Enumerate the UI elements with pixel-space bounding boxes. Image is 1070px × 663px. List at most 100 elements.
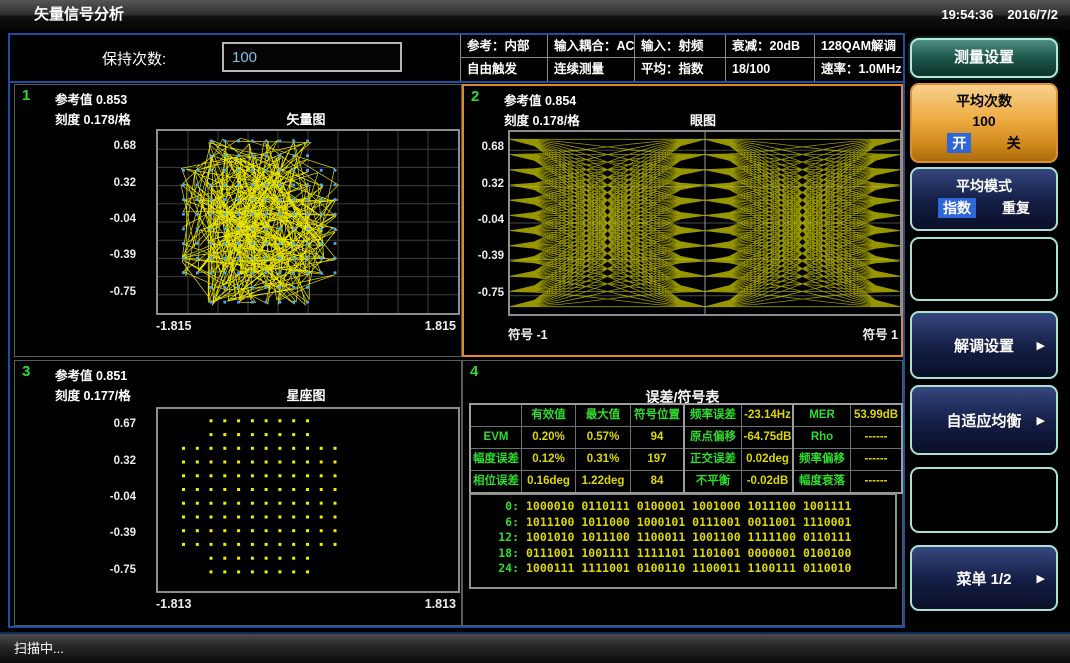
param-measure-mode: 连续测量 (547, 58, 634, 81)
vector-diagram-svg (158, 131, 458, 313)
menu-page-button[interactable]: 菜单 1/2 ▶ (910, 545, 1058, 611)
on-off-toggle: 开 关 (912, 133, 1056, 153)
param-average-count: 18/100 (725, 58, 814, 81)
symbol-bits: 0111001 1001111 1111101 1101001 0000001 … (526, 546, 851, 562)
reference-value-label: 参考值 0.854 (504, 90, 576, 109)
clock: 19:54:36 2016/7/2 (927, 0, 1058, 30)
row-label: 不平衡 (685, 471, 741, 492)
adaptive-equalization-button[interactable]: 自适应均衡 ▶ (910, 385, 1058, 455)
y-tick: 0.68 (74, 140, 136, 152)
panel-number: 3 (22, 363, 30, 380)
panel-number: 1 (22, 87, 30, 104)
param-reference: 参考：内部 (460, 35, 547, 58)
y-tick: 0.32 (466, 178, 504, 190)
symbol-row: 24: 1000111 1111001 0100110 1100011 11001… (471, 561, 895, 577)
y-tick: -0.75 (74, 564, 136, 576)
adaptive-equalization-label: 自适应均衡 (946, 410, 1021, 431)
y-tick: -0.39 (466, 250, 504, 262)
x-min-label: -1.815 (156, 319, 191, 333)
measure-settings-button[interactable]: 测量设置 (910, 38, 1058, 78)
x-max-label: 1.813 (425, 597, 456, 611)
demod-settings-label: 解调设置 (954, 335, 1014, 356)
table-value: 0.20% (522, 427, 575, 448)
toggle-on-selected[interactable]: 开 (947, 133, 971, 153)
empty-softkey[interactable] (910, 237, 1058, 301)
table-value: 0.16deg (522, 471, 575, 492)
symbol-index: 12: (471, 530, 519, 546)
empty-softkey[interactable] (910, 467, 1058, 533)
date-text: 2016/7/2 (1007, 7, 1058, 22)
param-trigger: 自由触发 (460, 58, 547, 81)
table-header: 符号位置 (631, 405, 683, 426)
y-tick: -0.04 (74, 213, 136, 225)
offset-error-table: 频率误差 -23.14Hz 原点偏移 -64.75dB 正交误差 0.02deg… (683, 403, 795, 494)
param-average-type: 平均：指数 (634, 58, 725, 81)
row-label: Rho (794, 427, 850, 448)
mode-exponential-selected[interactable]: 指数 (938, 198, 976, 218)
row-label: 幅度误差 (471, 449, 521, 470)
y-tick: -0.75 (74, 286, 136, 298)
y-tick: 0.68 (466, 141, 504, 153)
row-label: 幅度衰落 (794, 471, 850, 492)
status-bar: 扫描中... (0, 632, 1070, 663)
table-value: 0.31% (576, 449, 630, 470)
table-value: 84 (631, 471, 683, 492)
softkey-sidebar: 测量设置 平均次数 100 开 关 平均模式 指数 重复 解调设置 ▶ 自适应均… (908, 33, 1062, 628)
symbol-bits-box: 0:1000010 0110111 0100001 1001000 101110… (469, 493, 897, 589)
row-label: 相位误差 (471, 471, 521, 492)
vector-plot-area (156, 129, 460, 315)
panel-error-symbol-table[interactable]: 4 误差/符号表 有效值 最大值 符号位置 EVM 0.20% 0.57% 94… (462, 360, 903, 626)
demod-settings-button[interactable]: 解调设置 ▶ (910, 311, 1058, 379)
y-tick: 0.32 (74, 455, 136, 467)
table-value: -23.14Hz (742, 405, 793, 426)
panel-number: 4 (470, 363, 478, 380)
y-tick: -0.75 (466, 287, 504, 299)
constellation-svg (158, 409, 458, 591)
time-text: 19:54:36 (941, 7, 993, 22)
menu-page-label: 菜单 1/2 (956, 568, 1011, 589)
mode-repeat[interactable]: 重复 (1002, 198, 1030, 218)
x-axis-labels: -1.813 1.813 (156, 597, 456, 611)
symbol-index: 24: (471, 561, 519, 577)
table-value: 1.22deg (576, 471, 630, 492)
header-strip: 保持次数: 参考：内部 输入耦合：AC 输入：射频 衰减：20dB 128QAM… (10, 35, 903, 83)
table-header: 最大值 (576, 405, 630, 426)
table-value: -0.02dB (742, 471, 793, 492)
title-bar: 矢量信号分析 19:54:362016/7/2 (0, 0, 1070, 31)
x-min-label: -1.813 (156, 597, 191, 611)
panel-constellation[interactable]: 3 参考值 0.851 刻度 0.177/格 星座图 0.67 0.32 -0.… (14, 360, 462, 626)
mer-table: MER 53.99dB Rho ------ 频率偏移 ------ 幅度衰落 … (792, 403, 903, 494)
symbol-min-label: 符号 -1 (508, 324, 548, 343)
hold-count-input[interactable] (222, 42, 402, 72)
y-tick: -0.04 (74, 491, 136, 503)
toggle-off[interactable]: 关 (1007, 133, 1021, 153)
average-mode-title: 平均模式 (912, 176, 1056, 196)
y-tick: 0.32 (74, 177, 136, 189)
plot-title: 星座图 (156, 385, 456, 404)
symbol-bits: 1000111 1111001 0100110 1100011 1100111 … (526, 561, 851, 577)
hold-count-label: 保持次数: (102, 48, 166, 69)
table-value: 0.57% (576, 427, 630, 448)
row-label: 频率偏移 (794, 449, 850, 470)
symbol-index: 18: (471, 546, 519, 562)
param-input: 输入：射频 (634, 35, 725, 58)
submenu-arrow-icon: ▶ (1037, 572, 1045, 585)
average-count-value: 100 (912, 111, 1056, 131)
panel-vector-diagram[interactable]: 1 参考值 0.853 刻度 0.178/格 矢量图 0.68 0.32 -0.… (14, 84, 462, 357)
row-label: EVM (471, 427, 521, 448)
x-axis-labels: -1.815 1.815 (156, 319, 456, 333)
average-mode-button[interactable]: 平均模式 指数 重复 (910, 167, 1058, 231)
y-tick: -0.04 (466, 214, 504, 226)
eye-plot-area (508, 130, 902, 316)
symbol-index: 6: (471, 515, 519, 531)
average-count-button[interactable]: 平均次数 100 开 关 (910, 83, 1058, 163)
y-tick: -0.39 (74, 249, 136, 261)
panel-number: 2 (471, 88, 479, 105)
panel-eye-diagram-selected[interactable]: 2 参考值 0.854 刻度 0.178/格 眼图 0.68 0.32 -0.0… (462, 84, 903, 357)
evm-error-table: 有效值 最大值 符号位置 EVM 0.20% 0.57% 94 幅度误差 0.1… (469, 403, 685, 494)
reference-value-label: 参考值 0.853 (55, 89, 127, 108)
param-attenuation: 衰减：20dB (725, 35, 814, 58)
y-tick: -0.39 (74, 527, 136, 539)
table-value: 197 (631, 449, 683, 470)
x-axis-labels: 符号 -1 符号 1 (508, 324, 898, 343)
